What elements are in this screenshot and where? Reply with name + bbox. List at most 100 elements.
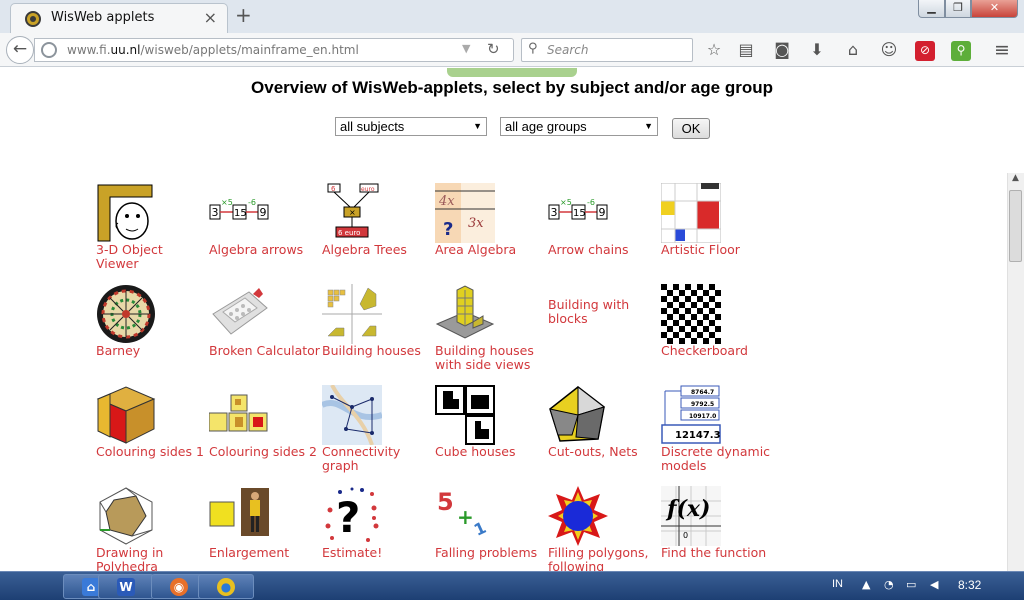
applet-item[interactable]: 5 + 1 Falling problems [435, 486, 548, 571]
applet-label[interactable]: Cube houses [435, 445, 547, 459]
tray-flag-icon[interactable]: ▲ [862, 578, 870, 591]
hello-icon[interactable]: ☺ [879, 41, 899, 61]
applet-label[interactable]: Drawing in Polyhedra [96, 546, 208, 572]
applet-item[interactable]: 3 ×5 15 -6 9 Algebra arrows [209, 183, 322, 283]
taskbar: ⌂ W ◉ ● IN ▲ ◔ ▭ ◀ 8:32 [0, 571, 1024, 600]
svg-text:-6: -6 [248, 198, 256, 207]
applet-item[interactable]: Artistic Floor [661, 183, 774, 283]
browser-titlebar: WisWeb applets × + ▁ ❐ ✕ [0, 0, 1024, 33]
applet-label[interactable]: Cut-outs, Nets [548, 445, 660, 459]
scroll-up-icon[interactable]: ▲ [1007, 173, 1024, 189]
applet-label[interactable]: Discrete dynamic models [661, 445, 773, 473]
fx-graph-icon: f(x) 0 [661, 486, 721, 546]
extension-icon[interactable]: ⚲ [951, 41, 971, 61]
taskbar-chrome[interactable]: ● [198, 574, 254, 599]
window-minimize-button[interactable]: ▁ [918, 0, 945, 18]
map-graph-icon [322, 385, 382, 445]
applet-label[interactable]: Arrow chains [548, 243, 660, 257]
page-title: Overview of WisWeb-applets, select by su… [251, 78, 773, 97]
applet-item[interactable]: Building with blocks [548, 284, 661, 384]
applet-label[interactable]: Connectivity graph [322, 445, 434, 473]
subject-select[interactable]: all subjects ▼ [335, 117, 487, 136]
applet-item[interactable]: Barney [96, 284, 209, 384]
mondrian-grid-icon [661, 183, 721, 243]
back-button[interactable]: ← [6, 36, 34, 64]
tab-close-icon[interactable]: × [204, 8, 217, 27]
window-maximize-button[interactable]: ❐ [945, 0, 971, 18]
applet-item[interactable]: 3-D Object Viewer [96, 183, 209, 283]
svg-text:9792.5: 9792.5 [691, 401, 714, 408]
applet-label[interactable]: Algebra arrows [209, 243, 321, 257]
applet-label[interactable]: Enlargement [209, 546, 321, 560]
home-icon[interactable]: ⌂ [843, 41, 863, 61]
taskbar-word[interactable]: W [98, 574, 154, 599]
search-bar[interactable]: ⚲ Search [521, 38, 693, 62]
download-icon[interactable]: ⬇ [807, 41, 827, 61]
applet-item[interactable]: Colouring sides 1 [96, 385, 209, 485]
applet-item[interactable]: 8764.7 9792.5 10917.0 12147.3 Discrete d… [661, 385, 774, 485]
applet-label[interactable]: Colouring sides 2 [209, 445, 321, 459]
svg-text:×5: ×5 [221, 198, 233, 207]
applet-item[interactable]: Drawing in Polyhedra [96, 486, 209, 571]
applet-item[interactable]: Connectivity graph [322, 385, 435, 485]
chrome-icon: ● [217, 578, 235, 596]
applet-item[interactable]: Enlargement [209, 486, 322, 571]
applet-item[interactable]: Broken Calculator [209, 284, 322, 384]
applet-item[interactable]: f(x) 0 Find the function [661, 486, 774, 571]
applet-label[interactable]: Building houses with side views [435, 344, 547, 372]
applet-label[interactable]: Falling problems [435, 546, 547, 560]
history-dropdown-icon[interactable]: ▼ [462, 42, 470, 55]
face-in-frame-icon [97, 184, 153, 242]
url-text[interactable]: www.fi.uu.nl/wisweb/applets/mainframe_en… [67, 43, 359, 57]
applet-item[interactable]: Cut-outs, Nets [548, 385, 661, 485]
svg-text:3: 3 [212, 206, 219, 219]
applet-item[interactable]: 3 ×5 15 -6 9 Arrow chains [548, 183, 661, 283]
applet-label[interactable]: Barney [96, 344, 208, 358]
menu-icon[interactable]: ≡ [992, 41, 1012, 61]
battery-icon[interactable]: ▭ [906, 578, 916, 591]
dartboard-icon [97, 285, 155, 343]
new-tab-icon[interactable]: + [235, 4, 252, 26]
applet-label[interactable]: Checkerboard [661, 344, 773, 358]
pocket-icon[interactable]: ◙ [772, 41, 792, 61]
search-placeholder: Search [547, 43, 589, 57]
applet-label[interactable]: Broken Calculator [209, 344, 321, 358]
applet-item[interactable]: 6 euro × 6 euro Algebra Trees [322, 183, 435, 283]
applet-item[interactable]: Building houses with side views [435, 284, 548, 384]
applet-label[interactable]: Filling polygons, following [548, 546, 660, 572]
adblock-icon[interactable]: ⊘ [915, 41, 935, 61]
tray-clock[interactable]: 8:32 [958, 578, 981, 592]
applet-item[interactable]: Colouring sides 2 [209, 385, 322, 485]
applet-label[interactable]: Find the function [661, 546, 773, 560]
applet-label[interactable]: Artistic Floor [661, 243, 773, 257]
applet-item[interactable]: Checkerboard [661, 284, 774, 384]
age-group-select[interactable]: all age groups ▼ [500, 117, 658, 136]
bookmark-star-icon[interactable]: ☆ [704, 41, 724, 61]
svg-text:15: 15 [234, 208, 247, 219]
wifi-icon[interactable]: ◔ [884, 578, 894, 591]
applet-item[interactable]: 4x 3x ? Area Algebra [435, 183, 548, 283]
applet-item[interactable]: ? Estimate! [322, 486, 435, 571]
applet-label[interactable]: Building houses [322, 344, 434, 358]
svg-text:6 euro: 6 euro [338, 229, 360, 237]
window-close-button[interactable]: ✕ [971, 0, 1018, 18]
reload-icon[interactable]: ↻ [487, 40, 500, 58]
ok-button[interactable]: OK [672, 118, 710, 139]
address-bar[interactable]: www.fi.uu.nl/wisweb/applets/mainframe_en… [34, 38, 514, 62]
reading-list-icon[interactable]: ▤ [736, 41, 756, 61]
applet-label[interactable]: Colouring sides 1 [96, 445, 208, 459]
applet-item[interactable]: Filling polygons, following [548, 486, 661, 571]
applet-label[interactable]: Building with blocks [548, 298, 660, 326]
applet-item[interactable]: Building houses [322, 284, 435, 384]
svg-text:9: 9 [599, 206, 606, 219]
word-icon: W [117, 578, 135, 596]
applet-label[interactable]: Estimate! [322, 546, 434, 560]
tray-language[interactable]: IN [832, 578, 843, 590]
applet-label[interactable]: Algebra Trees [322, 243, 434, 257]
applet-label[interactable]: Area Algebra [435, 243, 547, 257]
applet-label[interactable]: 3-D Object Viewer [96, 243, 208, 271]
volume-icon[interactable]: ◀ [930, 578, 938, 591]
scroll-thumb[interactable] [1009, 190, 1022, 262]
applet-item[interactable]: Cube houses [435, 385, 548, 485]
browser-tab[interactable]: WisWeb applets × [10, 3, 228, 33]
